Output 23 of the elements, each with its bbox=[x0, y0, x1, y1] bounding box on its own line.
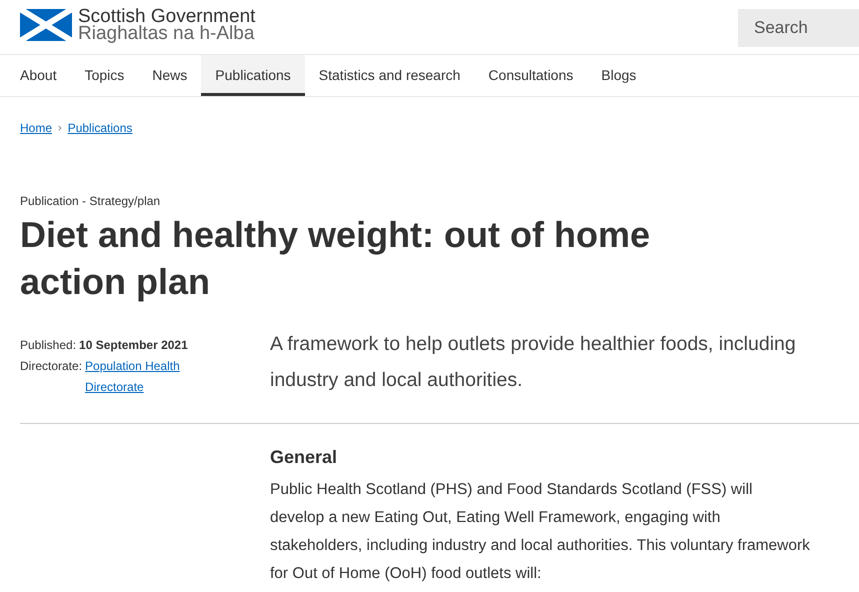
directorate-label: Directorate: bbox=[20, 358, 82, 375]
nav-tab[interactable]: Topics bbox=[70, 55, 138, 96]
nav-tab[interactable]: Consultations bbox=[474, 55, 588, 96]
nav-tab[interactable]: News bbox=[138, 55, 202, 96]
breadcrumb-separator: › bbox=[58, 122, 62, 134]
saltire-flag-icon bbox=[20, 9, 72, 41]
search-field[interactable]: Search bbox=[738, 9, 859, 47]
breadcrumb-link[interactable]: Home bbox=[20, 121, 52, 135]
page-type: Publication - Strategy/plan bbox=[20, 194, 162, 208]
nav-tab[interactable]: About bbox=[0, 55, 71, 96]
section-paragraph: Public Health Scotland (PHS) and Food Standards Scotland (FSS) will develop a new Eating Out, Eating Well Framework, engaging with stakeholders, including industry and local authorities. This voluntary framework for Out of Home (OoH) food outlets will: bbox=[270, 480, 810, 584]
nav-tab[interactable]: Statistics and research bbox=[304, 55, 474, 96]
nav-tab[interactable]: Blogs bbox=[587, 55, 650, 96]
page-title: Diet and healthy weight: out of home action plan bbox=[20, 213, 651, 304]
published-date: 10 September 2021 bbox=[79, 337, 188, 354]
nav-tab[interactable]: Publications bbox=[201, 55, 305, 96]
section-heading: General bbox=[270, 447, 338, 468]
published-label: Published: bbox=[20, 337, 76, 354]
breadcrumb-link[interactable]: Publications bbox=[68, 121, 132, 135]
logo-subname[interactable]: Riaghaltas na h-Alba bbox=[78, 25, 256, 42]
directorate-link[interactable]: Population Health Directorate bbox=[85, 356, 206, 398]
logo-name[interactable]: Scottish Government bbox=[78, 8, 256, 25]
summary-text: A framework to help outlets provide healthier foods, including industry and local authorities. bbox=[270, 332, 797, 393]
